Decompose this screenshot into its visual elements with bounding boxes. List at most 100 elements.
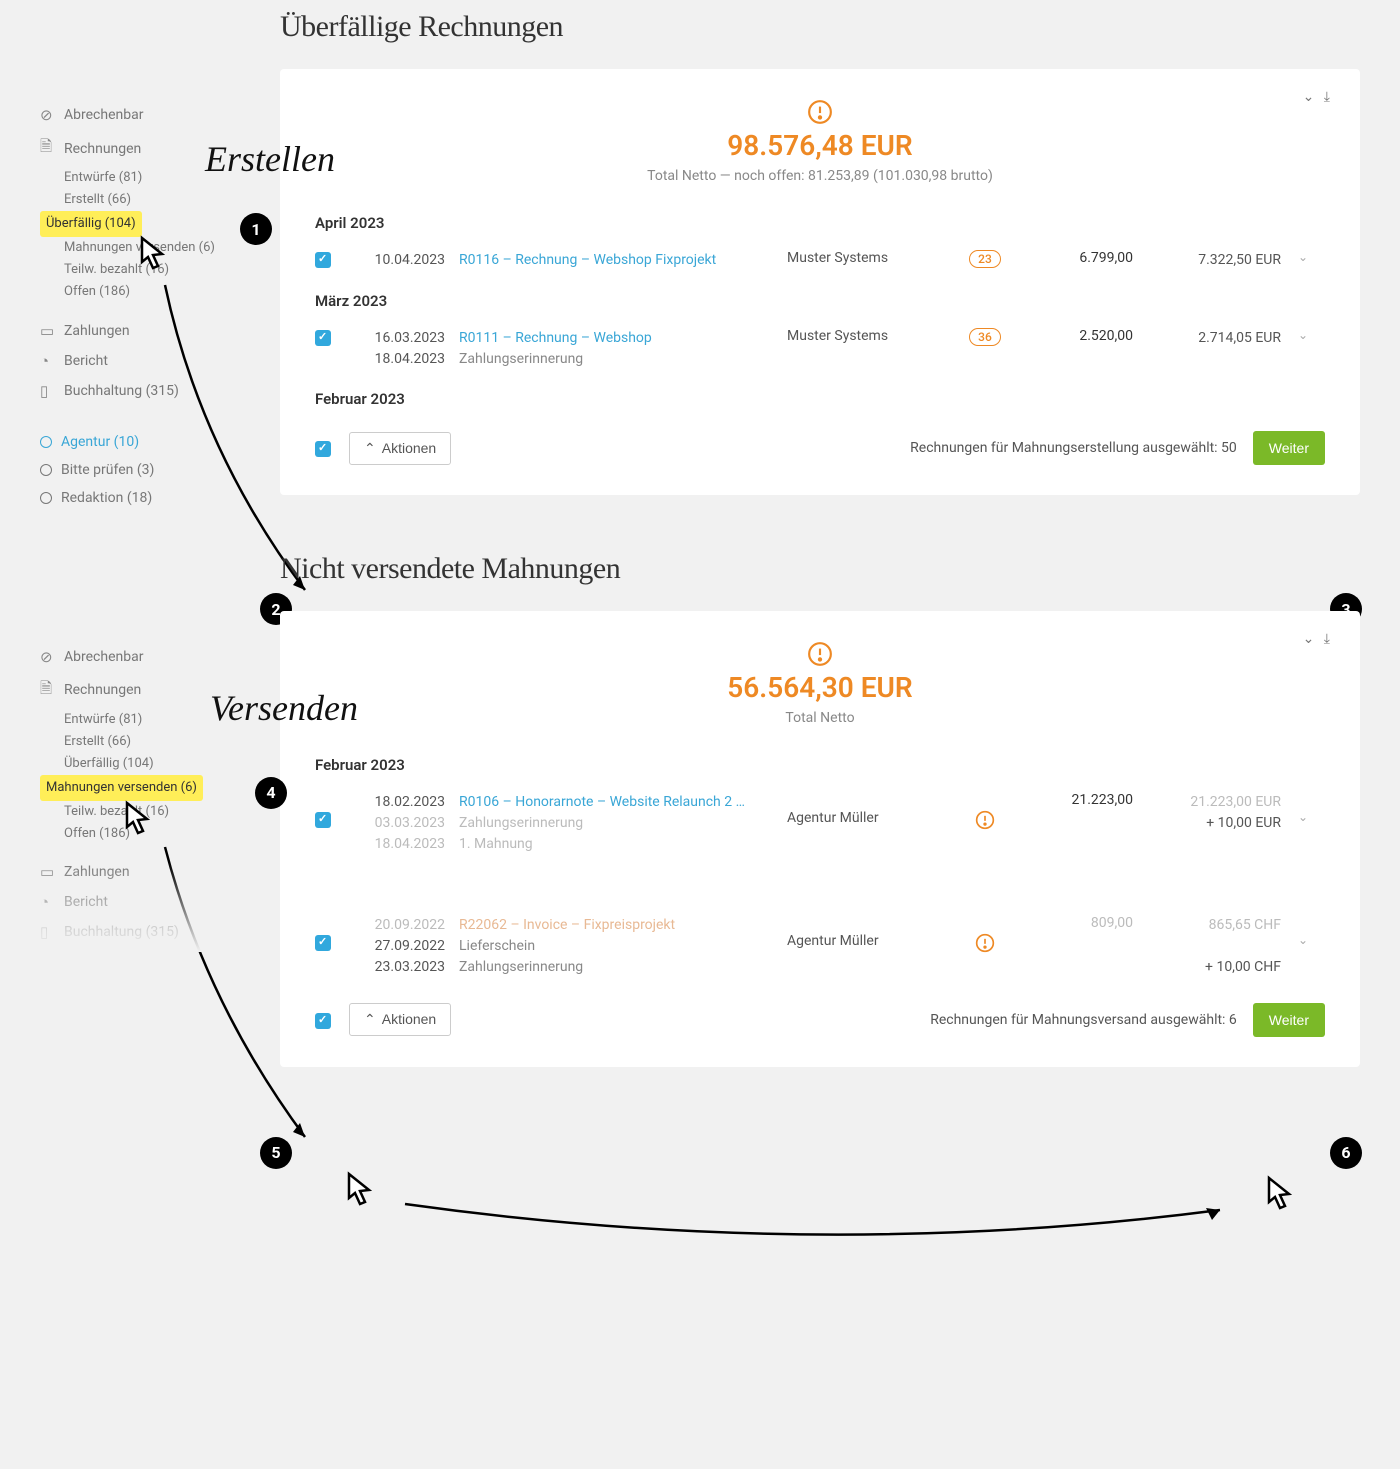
select-all-checkbox[interactable] bbox=[315, 1013, 331, 1029]
actions-button[interactable]: ⌃Aktionen bbox=[349, 1003, 451, 1036]
document-icon: 🗎 bbox=[40, 678, 64, 703]
sidebar-sub-entwuerfe[interactable]: Entwürfe (81) bbox=[40, 709, 280, 731]
footer-selection-text: Rechnungen für Mahnungsversand ausgewähl… bbox=[930, 1012, 1237, 1028]
invoice-title[interactable]: R0116 – Rechnung – Webshop Fixprojekt bbox=[459, 250, 779, 271]
expand-icon[interactable]: ⌄ bbox=[1289, 792, 1317, 824]
month-header: Februar 2023 bbox=[315, 390, 1325, 408]
check-circle-icon: ⊘ bbox=[40, 648, 64, 666]
chevron-up-icon: ⌃ bbox=[364, 440, 376, 456]
sidebar-sub-ueberfaellig[interactable]: Überfällig (104) bbox=[40, 211, 142, 237]
sidebar-item-zahlungen[interactable]: ▭Zahlungen bbox=[40, 316, 280, 346]
sidebar-sub-entwuerfe[interactable]: Entwürfe (81) bbox=[40, 167, 280, 189]
sidebar-item-agentur[interactable]: Agentur (10) bbox=[40, 428, 280, 456]
sidebar-sub-offen[interactable]: Offen (186) bbox=[40, 281, 280, 303]
sidebar-item-buchhaltung[interactable]: ▯Buchhaltung (315) bbox=[40, 376, 280, 406]
invoice-gross: 21.223,00 EUR + 10,00 EUR bbox=[1141, 792, 1281, 834]
sidebar-sub-teilw[interactable]: Teilw. bezahlt (16) bbox=[40, 801, 280, 823]
hero-amount: 56.564,30 EUR bbox=[315, 671, 1325, 704]
sidebar-item-bericht[interactable]: ◔Bericht bbox=[40, 887, 280, 917]
sidebar-item-bitte-pruefen[interactable]: Bitte prüfen (3) bbox=[40, 456, 280, 484]
month-header: März 2023 bbox=[315, 292, 1325, 310]
footer-bar: ⌃Aktionen Rechnungen für Mahnungserstell… bbox=[315, 416, 1325, 465]
warning-icon bbox=[975, 810, 995, 830]
sidebar-sub-erstellt[interactable]: Erstellt (66) bbox=[40, 731, 280, 753]
sidebar-sub-mahnungen[interactable]: Mahnungen versenden (6) bbox=[40, 775, 203, 801]
actions-button[interactable]: ⌃Aktionen bbox=[349, 432, 451, 465]
sidebar-item-bericht[interactable]: ◔Bericht bbox=[40, 346, 280, 376]
gauge-icon: ◔ bbox=[40, 893, 64, 911]
invoice-row[interactable]: 20.09.2022 27.09.2022 23.03.2023 R22062 … bbox=[315, 905, 1325, 988]
circle-icon bbox=[40, 436, 52, 448]
row-checkbox[interactable] bbox=[315, 812, 331, 828]
chevron-down-icon[interactable]: ⌄ bbox=[1303, 89, 1315, 105]
sidebar-item-rechnungen[interactable]: 🗎Rechnungen bbox=[40, 130, 280, 167]
sidebar-item-abrechenbar[interactable]: ⊘Abrechenbar bbox=[40, 642, 280, 672]
invoice-row[interactable]: 18.02.2023 03.03.2023 18.04.2023 R0106 –… bbox=[315, 782, 1325, 865]
sidebar-sub-offen[interactable]: Offen (186) bbox=[40, 823, 280, 845]
invoice-dates: 18.02.2023 03.03.2023 18.04.2023 bbox=[351, 792, 451, 855]
invoice-title[interactable]: R0106 – Honorarnote – Website Relaunch 2… bbox=[459, 792, 779, 855]
invoice-gross: 7.322,50 EUR bbox=[1141, 250, 1281, 271]
row-checkbox[interactable] bbox=[315, 935, 331, 951]
gauge-icon: ◔ bbox=[40, 352, 64, 370]
invoice-net: 809,00 bbox=[1023, 915, 1133, 931]
sidebar-item-redaktion[interactable]: Redaktion (18) bbox=[40, 484, 280, 512]
invoice-dates: 20.09.2022 27.09.2022 23.03.2023 bbox=[351, 915, 451, 978]
calendar-icon: ▭ bbox=[40, 322, 64, 340]
download-icon[interactable]: ⤓ bbox=[1324, 631, 1330, 647]
invoice-title[interactable]: R22062 – Invoice – Fixpreisprojekt Liefe… bbox=[459, 915, 779, 978]
chevron-down-icon[interactable]: ⌄ bbox=[1303, 631, 1315, 647]
sidebar-item-zahlungen[interactable]: ▭Zahlungen bbox=[40, 857, 280, 887]
cursor-icon bbox=[1255, 1172, 1297, 1218]
invoice-title[interactable]: R0111 – Rechnung – Webshop Zahlungserinn… bbox=[459, 328, 779, 370]
sidebar-item-abrechenbar[interactable]: ⊘Abrechenbar bbox=[40, 100, 280, 130]
circle-icon bbox=[40, 464, 52, 476]
page-title: Überfällige Rechnungen bbox=[280, 10, 1360, 44]
hero-amount: 98.576,48 EUR bbox=[315, 129, 1325, 162]
weiter-button[interactable]: Weiter bbox=[1253, 431, 1325, 465]
month-header: Februar 2023 bbox=[315, 756, 1325, 774]
sidebar-sub-erstellt[interactable]: Erstellt (66) bbox=[40, 189, 280, 211]
invoice-row[interactable]: 16.03.2023 18.04.2023 R0111 – Rechnung –… bbox=[315, 318, 1325, 380]
expand-icon[interactable]: ⌄ bbox=[1289, 915, 1317, 947]
invoice-gross: 2.714,05 EUR bbox=[1141, 328, 1281, 349]
download-icon[interactable]: ⤓ bbox=[1324, 89, 1330, 105]
expand-icon[interactable]: ⌄ bbox=[1289, 328, 1317, 342]
invoice-net: 21.223,00 bbox=[1023, 792, 1133, 808]
cursor-icon bbox=[335, 1168, 377, 1214]
expand-icon[interactable]: ⌄ bbox=[1289, 250, 1317, 264]
sidebar-sub-ueberfaellig[interactable]: Überfällig (104) bbox=[40, 753, 280, 775]
hero-summary: 98.576,48 EUR Total Netto — noch offen: … bbox=[315, 99, 1325, 184]
screenshot-1: ⊘Abrechenbar 🗎Rechnungen Entwürfe (81) E… bbox=[0, 0, 1400, 512]
footer-selection-text: Rechnungen für Mahnungserstellung ausgew… bbox=[910, 440, 1237, 456]
sidebar-item-rechnungen[interactable]: 🗎Rechnungen bbox=[40, 672, 280, 709]
select-all-checkbox[interactable] bbox=[315, 441, 331, 457]
invoice-customer: Muster Systems bbox=[787, 250, 947, 266]
calendar-icon: ▭ bbox=[40, 863, 64, 881]
check-circle-icon: ⊘ bbox=[40, 106, 64, 124]
invoice-net: 2.520,00 bbox=[1023, 328, 1133, 344]
document-icon: 🗎 bbox=[40, 136, 64, 161]
sidebar-sub-teilw[interactable]: Teilw. bezahlt (16) bbox=[40, 259, 280, 281]
invoice-customer: Agentur Müller bbox=[787, 792, 947, 826]
invoice-row[interactable]: 10.04.2023 R0116 – Rechnung – Webshop Fi… bbox=[315, 240, 1325, 282]
weiter-button[interactable]: Weiter bbox=[1253, 1003, 1325, 1037]
step-badge-6: 6 bbox=[1330, 1137, 1362, 1169]
hero-subtitle: Total Netto bbox=[315, 710, 1325, 726]
warning-icon bbox=[975, 933, 995, 953]
sidebar-item-buchhaltung[interactable]: ▯Buchhaltung (315) bbox=[40, 917, 280, 947]
book-icon: ▯ bbox=[40, 923, 64, 941]
row-checkbox[interactable] bbox=[315, 330, 331, 346]
footer-bar: ⌃Aktionen Rechnungen für Mahnungsversand… bbox=[315, 988, 1325, 1037]
book-icon: ▯ bbox=[40, 382, 64, 400]
page-title: Nicht versendete Mahnungen bbox=[280, 552, 1360, 586]
row-checkbox[interactable] bbox=[315, 252, 331, 268]
invoice-gross: 865,65 CHF + 10,00 CHF bbox=[1141, 915, 1281, 978]
sidebar: ⊘Abrechenbar 🗎Rechnungen Entwürfe (81) E… bbox=[0, 10, 280, 512]
days-badge: 36 bbox=[969, 328, 1001, 346]
content-card: ⌄ ⤓ 98.576,48 EUR Total Netto — noch off… bbox=[280, 69, 1360, 495]
chevron-up-icon: ⌃ bbox=[364, 1011, 376, 1027]
warning-icon bbox=[315, 99, 1325, 125]
sidebar-sub-mahnungen[interactable]: Mahnungen versenden (6) bbox=[40, 237, 280, 259]
sidebar: ⊘Abrechenbar 🗎Rechnungen Entwürfe (81) E… bbox=[0, 552, 280, 948]
